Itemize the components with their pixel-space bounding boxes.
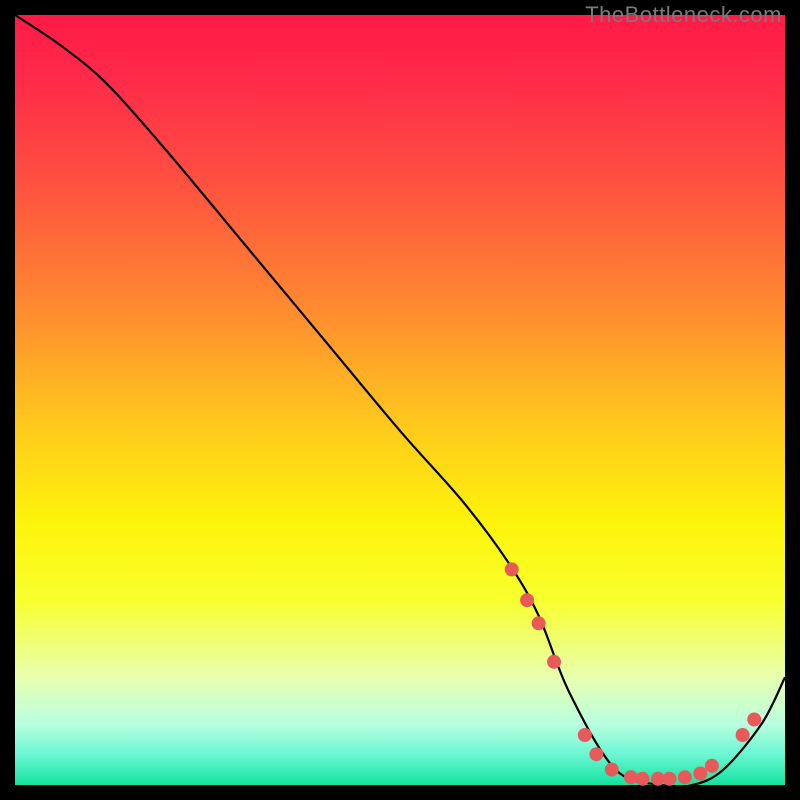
curve-marker (589, 747, 603, 761)
curve-marker (520, 593, 534, 607)
watermark-text: TheBottleneck.com (585, 2, 782, 28)
curve-marker (578, 728, 592, 742)
curve-marker (693, 767, 707, 781)
curve-marker (678, 770, 692, 784)
curve-marker (505, 562, 519, 576)
plot-area (15, 15, 785, 785)
curve-marker (636, 772, 650, 786)
chart-frame: TheBottleneck.com (0, 0, 800, 800)
bottleneck-curve (15, 15, 785, 787)
curve-marker (705, 759, 719, 773)
curve-marker (605, 763, 619, 777)
curve-marker (663, 772, 677, 786)
curve-markers (505, 562, 762, 785)
curve-marker (547, 655, 561, 669)
curve-marker (736, 728, 750, 742)
chart-svg (15, 15, 785, 785)
curve-marker (532, 616, 546, 630)
curve-marker (747, 713, 761, 727)
